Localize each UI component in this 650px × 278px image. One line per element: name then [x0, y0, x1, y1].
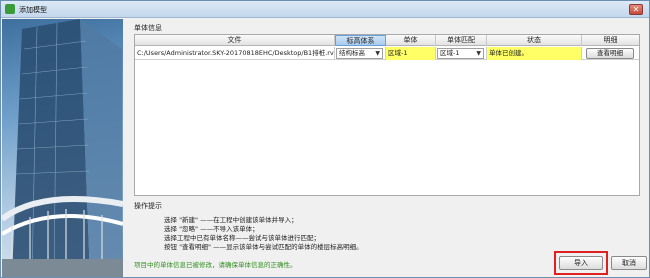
hints-box: 选择 "新建" ——在工程中创建该单体并导入； 选择 "忽略" ——不导入该单体…	[134, 210, 640, 251]
chevron-down-icon: ▼	[476, 50, 481, 57]
monomer-match-dropdown[interactable]: 区域-1 ▼	[437, 48, 484, 59]
header-detail[interactable]: 明细	[582, 35, 639, 46]
monomer-table: 文件 标高体系 单体 单体匹配 状态 明细 C:/Users/Administr…	[134, 34, 640, 196]
header-elevation-system[interactable]: 标高体系	[335, 35, 386, 46]
chevron-down-icon: ▼	[375, 50, 380, 57]
building-photo	[2, 19, 123, 277]
monomer-match-cell: 区域-1 ▼	[436, 47, 487, 60]
monomer-match-value: 区域-1	[440, 49, 460, 57]
title-bar: 添加模型 ✕	[1, 1, 649, 18]
status-message: 项目中的单体信息已被修改，请确保单体信息的正确性。	[134, 261, 297, 269]
window-title: 添加模型	[19, 6, 47, 14]
elevation-system-value: 结构标高	[339, 49, 365, 57]
add-model-dialog: 添加模型 ✕ 单体信息 文件 标高体系 单体 单体匹配 状态 明细 C:/Use…	[0, 0, 650, 278]
hint-line-detail: 按钮 "查看明细" ——显示该单体与尝试匹配的单体的楼层标高明细。	[164, 243, 363, 251]
elevation-system-dropdown[interactable]: 结构标高 ▼	[336, 48, 383, 59]
table-row[interactable]: C:/Users/Administrator.SKY-20170818EHC/D…	[135, 47, 639, 60]
monomer-info-label: 单体信息	[134, 24, 162, 32]
table-header: 文件 标高体系 单体 单体匹配 状态 明细	[135, 35, 639, 46]
header-status[interactable]: 状态	[487, 35, 582, 46]
app-icon	[5, 4, 15, 14]
header-file[interactable]: 文件	[135, 35, 335, 46]
view-detail-button[interactable]: 查看明细	[586, 48, 634, 59]
cancel-button[interactable]: 取消	[611, 256, 647, 270]
header-monomer-match[interactable]: 单体匹配	[436, 35, 487, 46]
monomer-cell: 区域-1	[386, 47, 436, 60]
status-cell: 单体已创建。	[487, 47, 582, 60]
annotation-highlight-box	[554, 251, 608, 275]
header-monomer[interactable]: 单体	[386, 35, 436, 46]
file-path-cell: C:/Users/Administrator.SKY-20170818EHC/D…	[135, 47, 335, 60]
detail-cell: 查看明细	[582, 47, 639, 60]
close-button[interactable]: ✕	[629, 4, 643, 15]
elevation-system-cell: 结构标高 ▼	[335, 47, 386, 60]
